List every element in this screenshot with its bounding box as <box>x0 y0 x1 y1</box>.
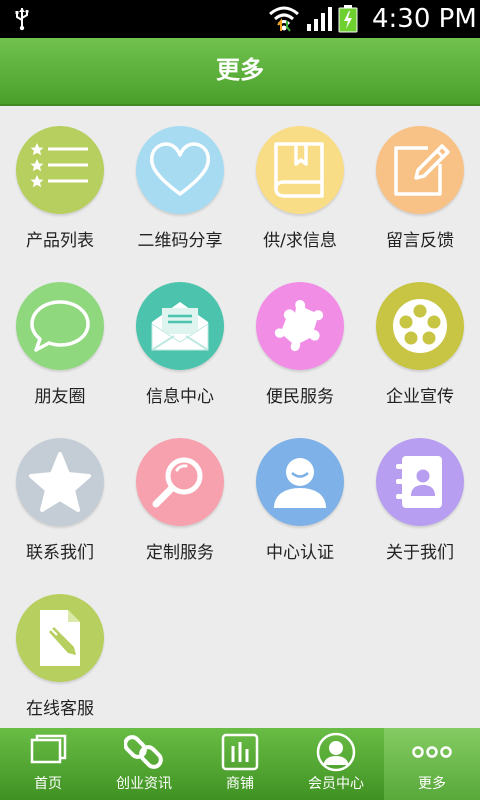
grid-item-label: 留言反馈 <box>386 231 454 251</box>
tab-label: 更多 <box>418 776 446 792</box>
wifi-icon <box>269 6 299 32</box>
home-pages-icon <box>30 734 67 764</box>
grid-item-label: 定制服务 <box>146 543 214 563</box>
heart-icon <box>149 142 211 196</box>
user-icon <box>274 458 326 508</box>
document-edit-icon <box>40 610 80 666</box>
bottom-tab-bar: 首页 创业资讯 商铺 会员中心 更多 <box>0 728 480 800</box>
tab-more[interactable]: 更多 <box>384 728 480 800</box>
grid-item-moments[interactable]: 朋友圈 <box>0 260 120 416</box>
puzzle-icon <box>274 300 324 352</box>
grid-item-qr-share[interactable]: 二维码分享 <box>120 104 240 260</box>
grid-item-convenience[interactable]: 便民服务 <box>240 260 360 416</box>
tab-business-news[interactable]: 创业资讯 <box>96 728 192 800</box>
grid-item-product-list[interactable]: 产品列表 <box>0 104 120 260</box>
grid-item-certification[interactable]: 中心认证 <box>240 416 360 572</box>
grid-item-label: 信息中心 <box>146 387 214 407</box>
grid-item-label: 二维码分享 <box>137 231 223 251</box>
film-reel-icon <box>393 299 447 353</box>
grid-item-label: 中心认证 <box>266 543 334 563</box>
clock: 4:30 PM <box>372 4 477 34</box>
grid-item-custom-service[interactable]: 定制服务 <box>120 416 240 572</box>
grid-item-label: 产品列表 <box>26 231 94 251</box>
edit-icon <box>394 144 450 196</box>
grid-item-feedback[interactable]: 留言反馈 <box>360 104 480 260</box>
link-icon <box>124 735 163 769</box>
header: 更多 <box>0 38 480 106</box>
signal-icon <box>307 7 332 31</box>
grid-item-promotion[interactable]: 企业宣传 <box>360 260 480 416</box>
grid-item-contact-us[interactable]: 联系我们 <box>0 416 120 572</box>
usb-icon <box>15 8 29 31</box>
chat-bubble-icon <box>30 300 90 352</box>
tab-label: 商铺 <box>226 776 254 792</box>
more-dots-icon <box>412 746 452 758</box>
grid-item-label: 便民服务 <box>266 387 334 407</box>
grid-item-online-service[interactable]: 在线客服 <box>0 572 120 728</box>
star-icon <box>29 452 91 512</box>
book-icon <box>274 142 324 198</box>
tab-label: 会员中心 <box>308 776 364 792</box>
more-grid: 产品列表 二维码分享 供/求信息 留言反馈 朋友圈 信息中心 便民服务 企业宣传… <box>0 104 480 728</box>
grid-item-about-us[interactable]: 关于我们 <box>360 416 480 572</box>
tab-member-center[interactable]: 会员中心 <box>288 728 384 800</box>
tab-home[interactable]: 首页 <box>0 728 96 800</box>
bar-chart-icon <box>221 733 259 771</box>
grid-item-label: 关于我们 <box>386 543 454 563</box>
magnifier-icon <box>152 457 203 508</box>
contacts-book-icon <box>396 456 442 508</box>
grid-item-label: 联系我们 <box>26 543 94 563</box>
grid-item-label: 朋友圈 <box>34 387 86 407</box>
envelope-icon <box>151 302 209 351</box>
battery-charging-icon <box>338 5 358 33</box>
tab-label: 创业资讯 <box>116 776 172 792</box>
member-icon <box>316 732 356 772</box>
product-list-icon <box>30 143 88 188</box>
grid-item-label: 供/求信息 <box>263 231 337 251</box>
page-title: 更多 <box>216 56 264 84</box>
tab-shops[interactable]: 商铺 <box>192 728 288 800</box>
grid-item-label: 企业宣传 <box>386 387 454 407</box>
grid-item-label: 在线客服 <box>26 699 94 719</box>
status-bar: 4:30 PM <box>0 0 480 38</box>
tab-label: 首页 <box>34 776 62 792</box>
grid-item-supply-demand[interactable]: 供/求信息 <box>240 104 360 260</box>
grid-item-message-center[interactable]: 信息中心 <box>120 260 240 416</box>
